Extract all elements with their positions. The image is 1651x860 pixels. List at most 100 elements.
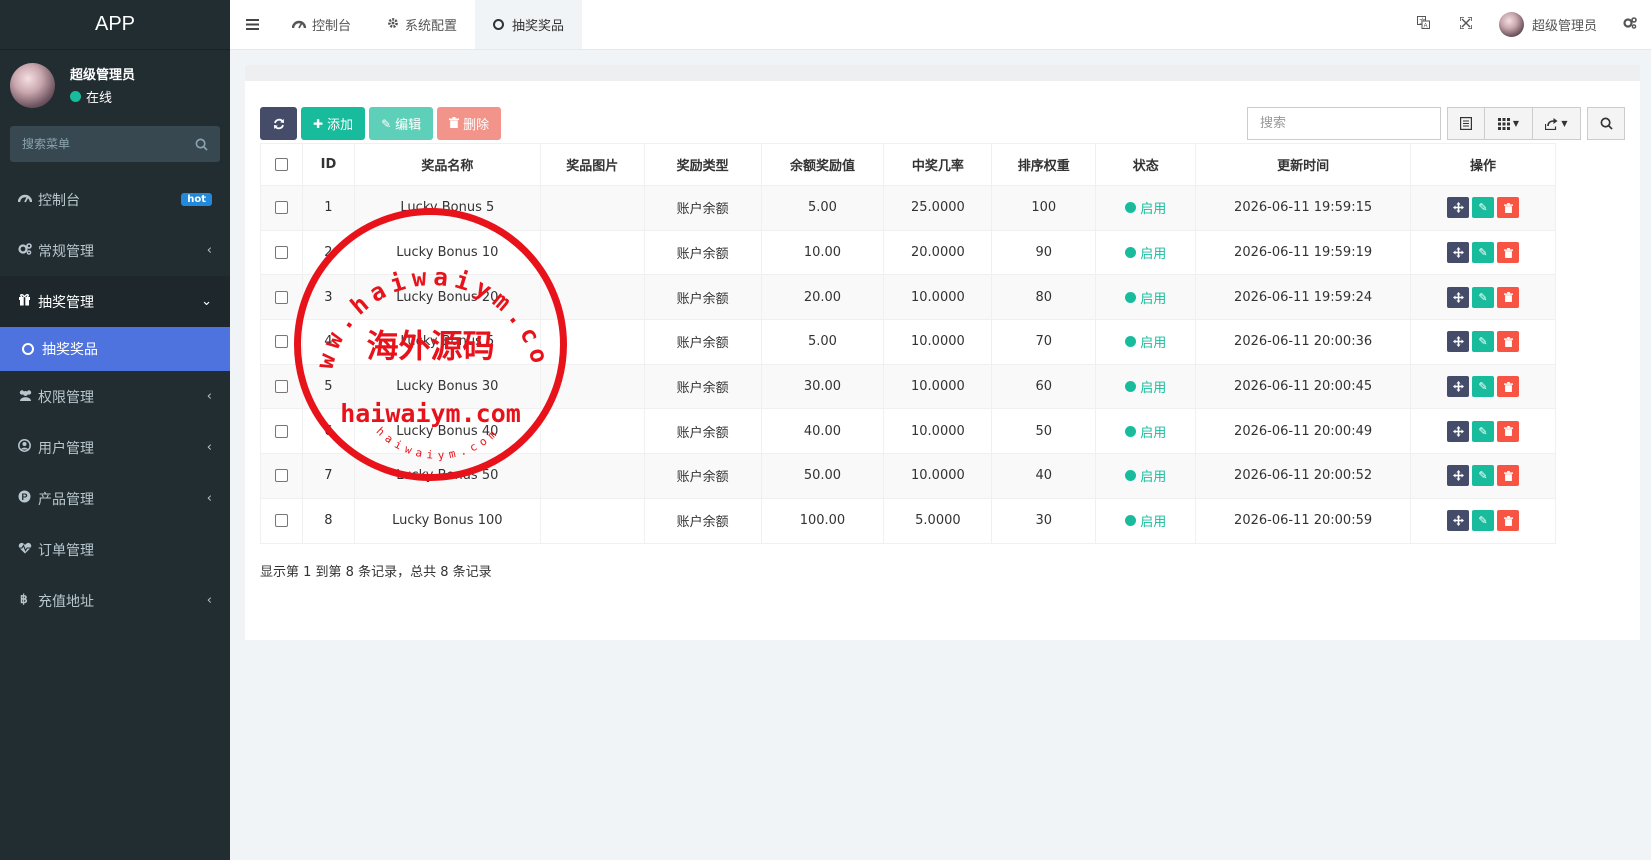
add-button[interactable]: ✚ 添加 bbox=[301, 107, 366, 140]
delete-row-icon[interactable] bbox=[1497, 331, 1519, 353]
row-checkbox[interactable] bbox=[274, 380, 288, 394]
col-reward-type[interactable]: 奖励类型 bbox=[643, 143, 762, 186]
chevron-down-icon: ⌄ bbox=[201, 294, 212, 309]
cell-updated-time: 2026-06-11 20:00:59 bbox=[1195, 497, 1411, 544]
col-sort-weight[interactable]: 排序权重 bbox=[991, 143, 1097, 186]
drag-sort-icon[interactable] bbox=[1447, 420, 1469, 442]
select-all-checkbox[interactable] bbox=[274, 158, 288, 171]
tab-dashboard[interactable]: 控制台 bbox=[274, 0, 369, 49]
row-checkbox[interactable] bbox=[274, 201, 288, 215]
drag-sort-icon[interactable] bbox=[1447, 376, 1469, 398]
sidebar-item-general[interactable]: 常规管理 ‹ bbox=[0, 225, 230, 276]
table-row[interactable]: 1 Lucky Bonus 5 账户余额 5.00 25.0000 100 启用 2026-0… bbox=[260, 185, 1556, 231]
header-user-menu[interactable]: 超级管理员 bbox=[1487, 12, 1609, 37]
row-checkbox[interactable] bbox=[274, 424, 288, 438]
toggle-view-button[interactable] bbox=[1447, 107, 1485, 140]
delete-row-icon[interactable] bbox=[1497, 286, 1519, 308]
col-prize-name[interactable]: 奖品名称 bbox=[353, 143, 541, 186]
status-badge[interactable]: 启用 bbox=[1125, 466, 1166, 485]
status-badge[interactable]: 启用 bbox=[1125, 422, 1166, 441]
tab-lottery-prizes[interactable]: 抽奖奖品 bbox=[475, 0, 583, 49]
circle-icon bbox=[493, 19, 505, 30]
delete-row-icon[interactable] bbox=[1497, 376, 1519, 398]
table-search-input[interactable] bbox=[1247, 107, 1441, 140]
edit-row-icon[interactable]: ✎ bbox=[1472, 465, 1494, 487]
cell-id: 3 bbox=[301, 274, 355, 321]
delete-button[interactable]: 删除 bbox=[437, 107, 502, 140]
delete-row-icon[interactable] bbox=[1497, 510, 1519, 532]
drag-sort-icon[interactable] bbox=[1447, 510, 1469, 532]
columns-dropdown-button[interactable]: ▼ bbox=[1485, 107, 1533, 140]
delete-row-icon[interactable] bbox=[1497, 242, 1519, 264]
row-checkbox-cell bbox=[260, 229, 303, 276]
row-checkbox[interactable] bbox=[274, 469, 288, 483]
row-checkbox[interactable] bbox=[274, 335, 288, 349]
drag-sort-icon[interactable] bbox=[1447, 465, 1469, 487]
table-row[interactable]: 7 Lucky Bonus 50 账户余额 50.00 10.0000 40 启用 2026-… bbox=[260, 453, 1556, 499]
sidebar-item-label: 常规管理 bbox=[38, 243, 94, 260]
delete-row-icon[interactable] bbox=[1497, 197, 1519, 219]
sidebar-item-products[interactable]: P 产品管理 ‹ bbox=[0, 473, 230, 524]
col-win-rate[interactable]: 中奖几率 bbox=[883, 143, 993, 186]
table-row[interactable]: 8 Lucky Bonus 100 账户余额 100.00 5.0000 30 启用 2026… bbox=[260, 497, 1556, 544]
fullscreen-icon[interactable] bbox=[1445, 15, 1487, 33]
table-row[interactable]: 2 Lucky Bonus 10 账户余额 10.00 20.0000 90 启用 2026-… bbox=[260, 229, 1556, 276]
cell-sort-weight: 50 bbox=[991, 408, 1097, 455]
edit-row-icon[interactable]: ✎ bbox=[1472, 286, 1494, 308]
status-badge[interactable]: 启用 bbox=[1125, 198, 1166, 217]
drag-sort-icon[interactable] bbox=[1447, 242, 1469, 264]
edit-row-icon[interactable]: ✎ bbox=[1472, 420, 1494, 442]
sidebar-item-lottery[interactable]: 抽奖管理 ⌄ bbox=[0, 276, 230, 327]
table-row[interactable]: 4 Lucky Bonus 5 账户余额 5.00 10.0000 70 启用 2026-06… bbox=[260, 319, 1556, 365]
col-prize-image[interactable]: 奖品图片 bbox=[539, 143, 645, 186]
search-icon[interactable] bbox=[195, 138, 208, 151]
status-badge[interactable]: 启用 bbox=[1125, 288, 1166, 307]
table-row[interactable]: 3 Lucky Bonus 20 账户余额 20.00 10.0000 80 启用 2026-… bbox=[260, 274, 1556, 321]
col-id[interactable]: ID bbox=[301, 143, 355, 186]
col-status[interactable]: 状态 bbox=[1095, 143, 1197, 186]
avatar bbox=[10, 62, 55, 108]
edit-row-icon[interactable]: ✎ bbox=[1472, 242, 1494, 264]
status-badge[interactable]: 启用 bbox=[1125, 243, 1166, 262]
row-checkbox[interactable] bbox=[274, 246, 288, 260]
col-updated-time[interactable]: 更新时间 bbox=[1195, 143, 1411, 186]
drag-sort-icon[interactable] bbox=[1447, 197, 1469, 219]
status-label: 启用 bbox=[1140, 515, 1167, 531]
refresh-button[interactable] bbox=[260, 107, 297, 140]
table-row[interactable]: 6 Lucky Bonus 40 账户余额 40.00 10.0000 50 启用 2026-… bbox=[260, 408, 1556, 455]
language-icon[interactable]: 文A bbox=[1403, 16, 1445, 33]
row-checkbox[interactable] bbox=[274, 514, 288, 528]
drag-sort-icon[interactable] bbox=[1447, 286, 1469, 308]
tab-system-config[interactable]: 系统配置 bbox=[369, 0, 475, 49]
edit-row-icon[interactable]: ✎ bbox=[1472, 376, 1494, 398]
edit-button[interactable]: ✎ 编辑 bbox=[369, 107, 434, 140]
row-checkbox[interactable] bbox=[274, 290, 288, 304]
app-logo[interactable]: APP bbox=[0, 0, 230, 50]
drag-sort-icon[interactable] bbox=[1447, 331, 1469, 353]
export-dropdown-button[interactable]: ▼ bbox=[1533, 107, 1581, 140]
col-balance-value[interactable]: 余额奖励值 bbox=[760, 143, 885, 186]
cell-prize-name: Lucky Bonus 30 bbox=[353, 363, 541, 410]
search-button[interactable] bbox=[1587, 107, 1625, 140]
edit-row-icon[interactable]: ✎ bbox=[1472, 331, 1494, 353]
sidebar-item-permissions[interactable]: 权限管理 ‹ bbox=[0, 371, 230, 422]
status-badge[interactable]: 启用 bbox=[1125, 511, 1166, 530]
settings-cogs-icon[interactable] bbox=[1609, 16, 1651, 33]
cell-status: 启用 bbox=[1095, 274, 1197, 321]
delete-row-icon[interactable] bbox=[1497, 420, 1519, 442]
delete-row-icon[interactable] bbox=[1497, 465, 1519, 487]
sidebar-item-dashboard[interactable]: 控制台 hot bbox=[0, 174, 230, 225]
edit-row-icon[interactable]: ✎ bbox=[1472, 197, 1494, 219]
status-badge[interactable]: 启用 bbox=[1125, 377, 1166, 396]
menu-toggle-icon[interactable] bbox=[230, 0, 274, 49]
sidebar-item-recharge-address[interactable]: ฿ 充值地址 ‹ bbox=[0, 575, 230, 626]
sidebar-item-orders[interactable]: 订单管理 bbox=[0, 524, 230, 575]
sidebar-item-users[interactable]: 用户管理 ‹ bbox=[0, 422, 230, 473]
cell-status: 启用 bbox=[1095, 453, 1197, 499]
menu-search-input[interactable] bbox=[22, 137, 195, 151]
cell-reward-type: 账户余额 bbox=[643, 274, 762, 321]
sidebar-item-lottery-prizes[interactable]: 抽奖奖品 bbox=[0, 327, 230, 371]
edit-row-icon[interactable]: ✎ bbox=[1472, 510, 1494, 532]
status-badge[interactable]: 启用 bbox=[1125, 332, 1166, 351]
table-row[interactable]: 5 Lucky Bonus 30 账户余额 30.00 10.0000 60 启用 2026-… bbox=[260, 363, 1556, 410]
